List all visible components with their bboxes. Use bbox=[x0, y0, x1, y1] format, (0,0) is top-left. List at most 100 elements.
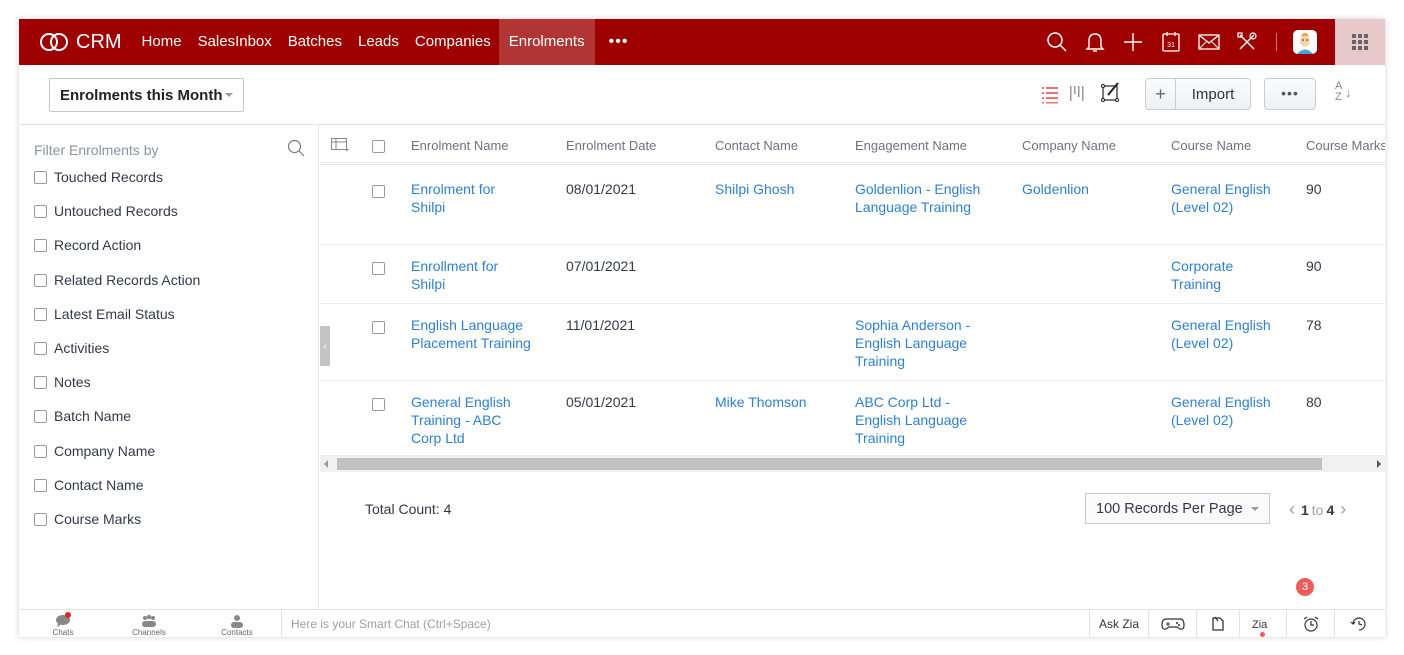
enrolment-name-link[interactable]: English Language Placement Training bbox=[411, 316, 531, 352]
more-actions-button[interactable]: ••• bbox=[1264, 78, 1316, 110]
chats-tab[interactable]: Chats bbox=[19, 610, 107, 637]
enrolment-name-link[interactable]: Enrollment for Shilpi bbox=[411, 257, 531, 293]
zia-icon[interactable]: Zia bbox=[1239, 610, 1286, 637]
filter-activities[interactable]: Activities bbox=[34, 340, 200, 374]
calendar-icon[interactable]: 31 bbox=[1152, 19, 1190, 65]
filter-batch-name[interactable]: Batch Name bbox=[34, 408, 200, 442]
column-settings-icon[interactable] bbox=[331, 138, 349, 152]
scrollbar-thumb[interactable] bbox=[337, 458, 1322, 470]
scroll-left-icon[interactable] bbox=[324, 460, 328, 468]
crm-logo[interactable]: CRM bbox=[38, 31, 122, 54]
checkbox[interactable] bbox=[34, 376, 47, 390]
table-row[interactable]: Enrolment for Shilpi 08/01/2021 Shilpi G… bbox=[320, 168, 1385, 245]
previous-page-icon[interactable]: ‹ bbox=[1289, 499, 1295, 520]
filter-course-marks[interactable]: Course Marks bbox=[34, 511, 200, 545]
bottom-chat-bar: Chats Channels Contacts Here is your Sma… bbox=[19, 609, 1385, 637]
column-header-contact-name[interactable]: Contact Name bbox=[715, 138, 798, 153]
smart-chat-input[interactable]: Here is your Smart Chat (Ctrl+Space) bbox=[281, 610, 1089, 637]
sort-az-button[interactable]: A Z ↓ bbox=[1335, 81, 1359, 107]
filter-untouched-records[interactable]: Untouched Records bbox=[34, 203, 200, 237]
select-all-checkbox[interactable] bbox=[372, 140, 385, 153]
contact-name-link[interactable]: Mike Thomson bbox=[715, 393, 807, 411]
import-button[interactable]: + Import bbox=[1145, 78, 1251, 110]
nav-tab-batches[interactable]: Batches bbox=[280, 19, 350, 65]
row-checkbox[interactable] bbox=[372, 321, 385, 334]
nav-tab-home[interactable]: Home bbox=[134, 19, 190, 65]
custom-view-dropdown[interactable]: Enrolments this Month bbox=[49, 78, 244, 112]
search-icon[interactable] bbox=[287, 139, 305, 157]
search-icon[interactable] bbox=[1038, 19, 1076, 65]
notes-icon[interactable] bbox=[1196, 610, 1239, 637]
checkbox[interactable] bbox=[34, 273, 47, 287]
contact-name-link[interactable]: Shilpi Ghosh bbox=[715, 180, 794, 198]
checkbox[interactable] bbox=[34, 478, 47, 492]
filter-related-records-action[interactable]: Related Records Action bbox=[34, 272, 200, 306]
checkbox[interactable] bbox=[34, 171, 47, 184]
records-per-page-dropdown[interactable]: 100 Records Per Page bbox=[1085, 493, 1270, 524]
contact-person-icon bbox=[231, 615, 243, 628]
checkbox[interactable] bbox=[34, 512, 47, 526]
horizontal-scrollbar[interactable] bbox=[320, 456, 1385, 472]
bell-icon[interactable] bbox=[1076, 19, 1114, 65]
column-header-engagement-name[interactable]: Engagement Name bbox=[855, 138, 967, 153]
nav-tab-enrolments[interactable]: Enrolments bbox=[498, 19, 595, 65]
enrolment-name-link[interactable]: Enrolment for Shilpi bbox=[411, 180, 531, 216]
engagement-name-link[interactable]: Goldenlion - English Language Training bbox=[855, 180, 1000, 216]
history-icon[interactable] bbox=[1334, 610, 1382, 637]
channels-tab[interactable]: Channels bbox=[105, 610, 193, 637]
create-record-button[interactable]: + bbox=[1146, 79, 1176, 109]
contacts-tab[interactable]: Contacts bbox=[193, 610, 281, 637]
checkbox[interactable] bbox=[34, 239, 47, 253]
mail-icon[interactable] bbox=[1190, 19, 1228, 65]
column-header-enrolment-date[interactable]: Enrolment Date bbox=[566, 138, 656, 153]
column-header-company-name[interactable]: Company Name bbox=[1022, 138, 1116, 153]
checkbox[interactable] bbox=[34, 410, 47, 424]
row-checkbox[interactable] bbox=[372, 398, 385, 411]
gamepad-icon[interactable] bbox=[1148, 610, 1196, 637]
course-name-link[interactable]: General English (Level 02) bbox=[1171, 180, 1271, 216]
table-row[interactable]: English Language Placement Training 11/0… bbox=[320, 304, 1385, 381]
row-checkbox[interactable] bbox=[372, 185, 385, 198]
checkbox[interactable] bbox=[34, 307, 47, 321]
records-table: Enrolment Name Enrolment Date Contact Na… bbox=[320, 125, 1385, 473]
course-name-link[interactable]: General English (Level 02) bbox=[1171, 316, 1271, 352]
checkbox[interactable] bbox=[34, 341, 47, 355]
column-header-course-name[interactable]: Course Name bbox=[1171, 138, 1251, 153]
nav-more-button[interactable]: ••• bbox=[595, 33, 643, 51]
course-name-link[interactable]: General English (Level 02) bbox=[1171, 393, 1271, 429]
canvas-view-icon[interactable] bbox=[1100, 81, 1122, 103]
tools-icon[interactable] bbox=[1228, 19, 1266, 65]
plus-icon[interactable] bbox=[1114, 19, 1152, 65]
row-checkbox[interactable] bbox=[372, 262, 385, 275]
nav-tab-leads[interactable]: Leads bbox=[350, 19, 407, 65]
enrolment-date: 05/01/2021 bbox=[566, 394, 637, 410]
filter-contact-name[interactable]: Contact Name bbox=[34, 477, 200, 511]
next-page-icon[interactable]: › bbox=[1340, 499, 1346, 520]
filter-notes[interactable]: Notes bbox=[34, 374, 200, 408]
filter-touched-records[interactable]: Touched Records bbox=[34, 169, 200, 203]
column-header-enrolment-name[interactable]: Enrolment Name bbox=[411, 138, 509, 153]
nav-tab-companies[interactable]: Companies bbox=[407, 19, 499, 65]
table-row[interactable]: General English Training - ABC Corp Ltd … bbox=[320, 381, 1385, 456]
checkbox[interactable] bbox=[34, 444, 47, 458]
filter-latest-email-status[interactable]: Latest Email Status bbox=[34, 306, 200, 340]
kanban-view-icon[interactable] bbox=[1066, 83, 1088, 105]
user-avatar[interactable] bbox=[1293, 30, 1317, 54]
table-row[interactable]: Enrollment for Shilpi 07/01/2021 Corpora… bbox=[320, 245, 1385, 304]
column-header-course-marks[interactable]: Course Marks bbox=[1306, 138, 1385, 153]
enrolment-date: 08/01/2021 bbox=[566, 181, 637, 197]
checkbox[interactable] bbox=[34, 205, 47, 219]
list-view-icon[interactable] bbox=[1039, 83, 1061, 105]
nav-tab-salesinbox[interactable]: SalesInbox bbox=[190, 19, 280, 65]
enrolment-name-link[interactable]: General English Training - ABC Corp Ltd bbox=[411, 393, 526, 447]
alarm-clock-icon[interactable] bbox=[1286, 610, 1334, 637]
filter-record-action[interactable]: Record Action bbox=[34, 237, 200, 271]
scroll-right-icon[interactable] bbox=[1377, 460, 1381, 468]
engagement-name-link[interactable]: ABC Corp Ltd - English Language Training bbox=[855, 393, 980, 447]
apps-grid-icon[interactable] bbox=[1335, 19, 1385, 65]
company-name-link[interactable]: Goldenlion bbox=[1022, 180, 1089, 198]
course-name-link[interactable]: Corporate Training bbox=[1171, 257, 1271, 293]
engagement-name-link[interactable]: Sophia Anderson - English Language Train… bbox=[855, 316, 985, 370]
filter-company-name[interactable]: Company Name bbox=[34, 443, 200, 477]
ask-zia-button[interactable]: Ask Zia bbox=[1089, 610, 1148, 637]
